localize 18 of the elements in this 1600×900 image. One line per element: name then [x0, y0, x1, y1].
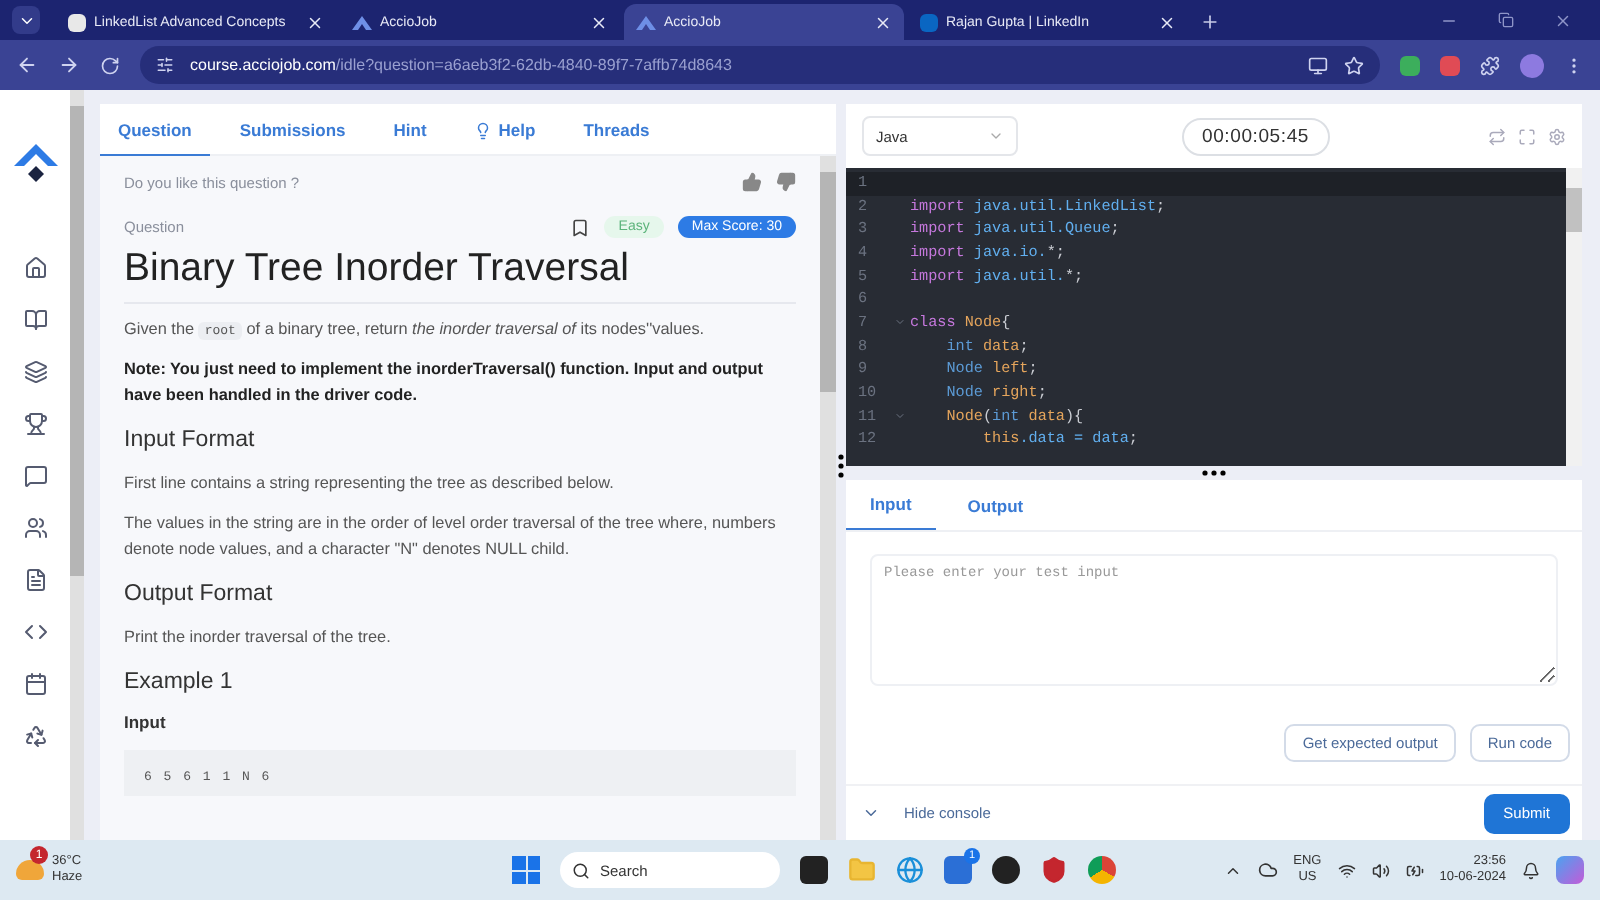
- note-text: Note: You just need to implement the inorderTraversal() function. Input and output have been handled in the driver code.: [124, 358, 765, 408]
- question-tab[interactable]: Threads: [565, 104, 668, 156]
- paragraph: The values in the string are in the order of level order traversal of the tree where, numbers denote node values, and a character "N" denotes NULL child.: [124, 512, 778, 562]
- address-bar[interactable]: course.acciojob.com/idle?question=a6aeb3f2-62db-4840-89f7-7affb74d8643: [140, 46, 1380, 84]
- section-heading: Output Format: [124, 582, 275, 606]
- section-heading: Example 1: [124, 670, 235, 694]
- example-label: Input: [124, 712, 168, 732]
- console-tab[interactable]: Output: [943, 480, 1048, 530]
- timer: 00:00:05:45: [1182, 117, 1329, 155]
- paragraph: First line contains a string representing the tree as described below.: [124, 472, 616, 496]
- question-tab[interactable]: Hint: [375, 104, 445, 156]
- question-title: Binary Tree Inorder Traversal: [124, 246, 796, 304]
- question-tab[interactable]: Help: [456, 104, 554, 156]
- question-tab[interactable]: Submissions: [221, 104, 364, 156]
- paragraph: Print the inorder traversal of the tree.: [124, 626, 393, 650]
- url-text: course.acciojob.com/idle?question=a6aeb3f2-62db-4840-89f7-7affb74d8643: [190, 56, 732, 74]
- section-heading: Input Format: [124, 428, 257, 452]
- console-tab[interactable]: Input: [846, 480, 936, 530]
